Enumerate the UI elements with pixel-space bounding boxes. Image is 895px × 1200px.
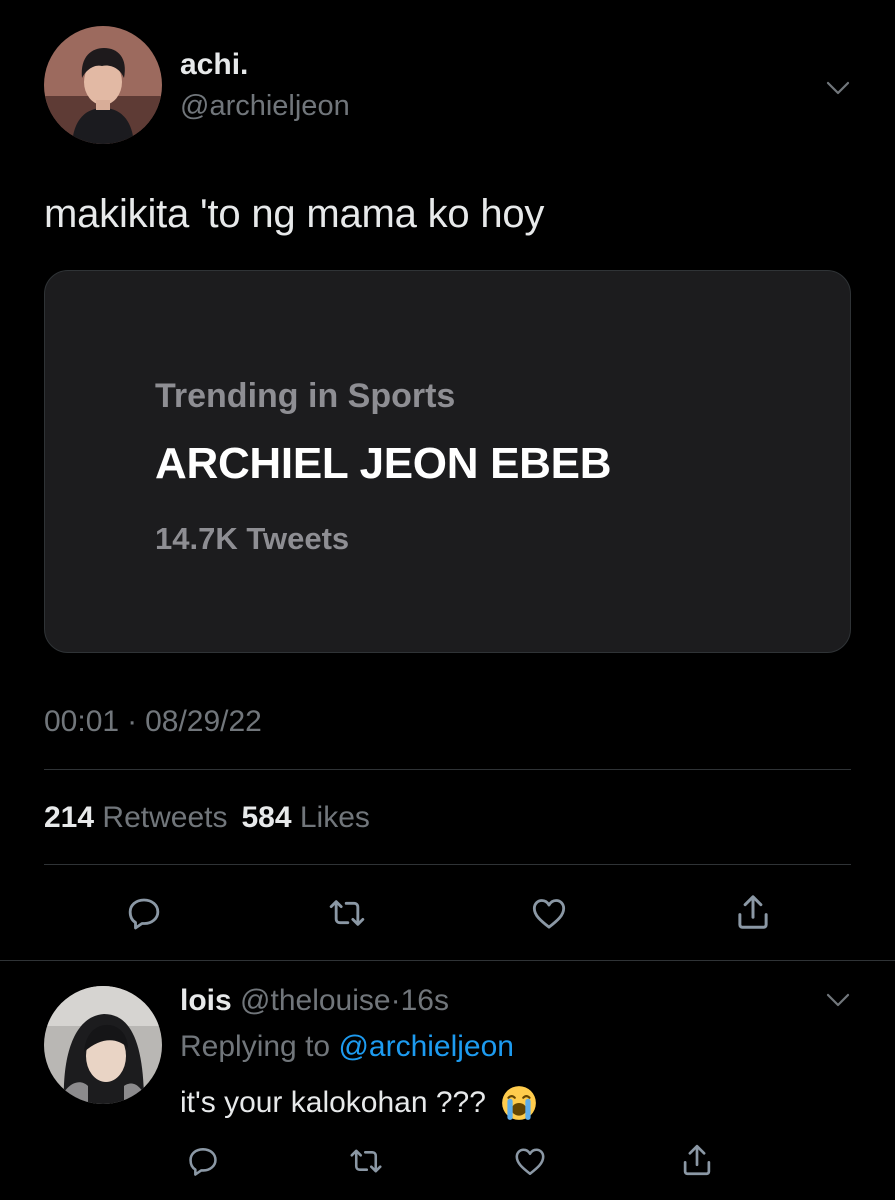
- retweet-icon: [329, 900, 365, 926]
- section-divider: [0, 960, 895, 961]
- reply-author-avatar[interactable]: [44, 986, 162, 1104]
- tweet-text: makikita 'to ng mama ko hoy: [44, 192, 545, 236]
- divider: [44, 864, 851, 865]
- retweets-label: Retweets: [102, 801, 228, 834]
- replying-to-prefix: Replying to: [180, 1030, 331, 1063]
- share-button[interactable]: [732, 891, 774, 933]
- divider: [44, 769, 851, 770]
- tweet-timestamp: 00:01 · 08/29/22: [44, 705, 262, 739]
- reply-reply-button[interactable]: [185, 1143, 221, 1179]
- like-icon: [532, 899, 566, 929]
- author-handle[interactable]: @archieljeon: [180, 90, 350, 123]
- reply-author-handle[interactable]: @thelouise: [240, 984, 391, 1017]
- replying-to-mention[interactable]: @archieljeon: [338, 1030, 514, 1063]
- reply-icon: [189, 1148, 217, 1176]
- trend-card-image[interactable]: Trending in Sports ARCHIEL JEON EBEB 14.…: [44, 270, 851, 653]
- trend-title: ARCHIEL JEON EBEB: [155, 439, 612, 488]
- author-display-name[interactable]: achi.: [180, 48, 248, 82]
- retweet-icon: [350, 1149, 382, 1173]
- author-avatar[interactable]: [44, 26, 162, 144]
- share-icon: [683, 1144, 711, 1176]
- like-icon: [515, 1148, 545, 1176]
- reply-text-content: it's your kalokohan ???: [180, 1086, 486, 1119]
- tweet-stats: 214 Retweets 584 Likes: [44, 801, 370, 835]
- replying-to: Replying to @archieljeon: [180, 1030, 514, 1064]
- likes-count: 584: [241, 801, 292, 834]
- reply-retweet-button[interactable]: [347, 1143, 385, 1179]
- retweet-button[interactable]: [325, 893, 369, 933]
- reply-time-ago: 16s: [400, 984, 449, 1017]
- likes-stat[interactable]: 584 Likes: [241, 801, 369, 834]
- trend-category: Trending in Sports: [155, 377, 456, 415]
- reply-header: lois @thelouise·16s: [180, 984, 449, 1018]
- likes-label: Likes: [299, 801, 370, 834]
- share-icon: [738, 895, 768, 929]
- reply-share-button[interactable]: [678, 1141, 716, 1179]
- trend-tweet-count: 14.7K Tweets: [155, 521, 350, 556]
- reply-author-display-name[interactable]: lois: [180, 984, 232, 1017]
- reply-options-chevron-down-icon[interactable]: [820, 982, 856, 1018]
- tweet-date: 08/29/22: [145, 705, 262, 738]
- timestamp-separator: ·: [127, 705, 138, 738]
- reply-like-button[interactable]: [512, 1143, 548, 1179]
- like-button[interactable]: [528, 893, 570, 933]
- tweet-options-chevron-down-icon[interactable]: [820, 70, 856, 106]
- retweets-count: 214: [44, 801, 95, 834]
- reply-text: it's your kalokohan ???: [180, 1084, 538, 1122]
- reply-icon: [128, 898, 160, 930]
- reply-separator: ·: [390, 984, 401, 1017]
- retweets-stat[interactable]: 214 Retweets: [44, 801, 227, 834]
- tweet-time: 00:01: [44, 705, 120, 738]
- reply-button[interactable]: [124, 893, 164, 933]
- loudly-crying-face-emoji-icon: [500, 1084, 538, 1122]
